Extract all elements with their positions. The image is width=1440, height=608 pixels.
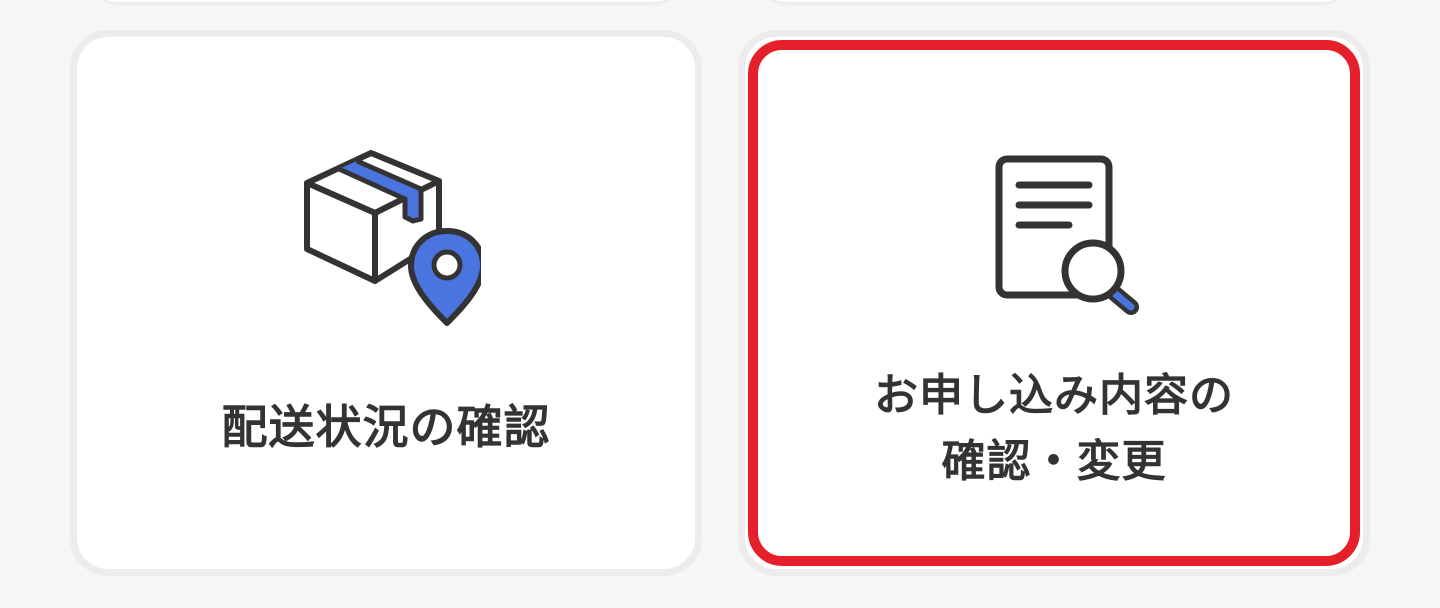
menu-grid: 配送状況の確認 お申し込み内容の 確認・変更 xyxy=(0,0,1440,608)
application-details-label: お申し込み内容の 確認・変更 xyxy=(874,370,1234,487)
document-search-icon xyxy=(995,155,1145,317)
delivery-status-card[interactable]: 配送状況の確認 xyxy=(70,30,702,576)
menu-card-above-right[interactable] xyxy=(752,0,1356,2)
package-location-icon xyxy=(301,141,486,327)
delivery-status-label: 配送状況の確認 xyxy=(221,400,551,454)
application-details-card[interactable]: お申し込み内容の 確認・変更 xyxy=(738,30,1370,576)
menu-card-above-left[interactable] xyxy=(84,0,688,2)
